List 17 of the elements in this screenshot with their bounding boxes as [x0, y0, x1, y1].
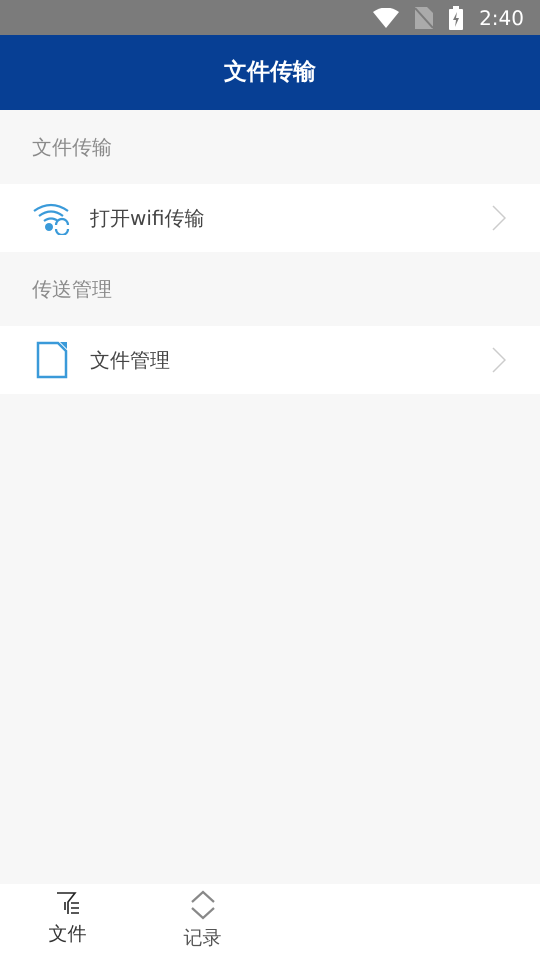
list-item[interactable]: 打开wifi传输 — [0, 184, 540, 252]
document-icon — [36, 341, 68, 379]
chevron-right-icon — [492, 347, 506, 373]
section-title: 传送管理 — [32, 276, 112, 303]
status-time: 2:40 — [479, 4, 524, 32]
wifi-signal-icon — [373, 8, 400, 28]
expand-collapse-icon — [190, 890, 216, 920]
section-title: 文件传输 — [32, 134, 112, 161]
chevron-right-icon — [492, 205, 506, 231]
battery-charging-icon — [449, 6, 464, 30]
page-title: 文件传输 — [224, 58, 316, 88]
wifi-transfer-icon — [32, 201, 72, 235]
nav-tab[interactable]: 文件 — [0, 884, 135, 961]
filter-list-icon — [54, 890, 80, 916]
nav-tab[interactable]: 记录 — [135, 884, 270, 961]
no-sim-icon — [415, 6, 434, 28]
list-item[interactable]: 文件管理 — [0, 326, 540, 394]
